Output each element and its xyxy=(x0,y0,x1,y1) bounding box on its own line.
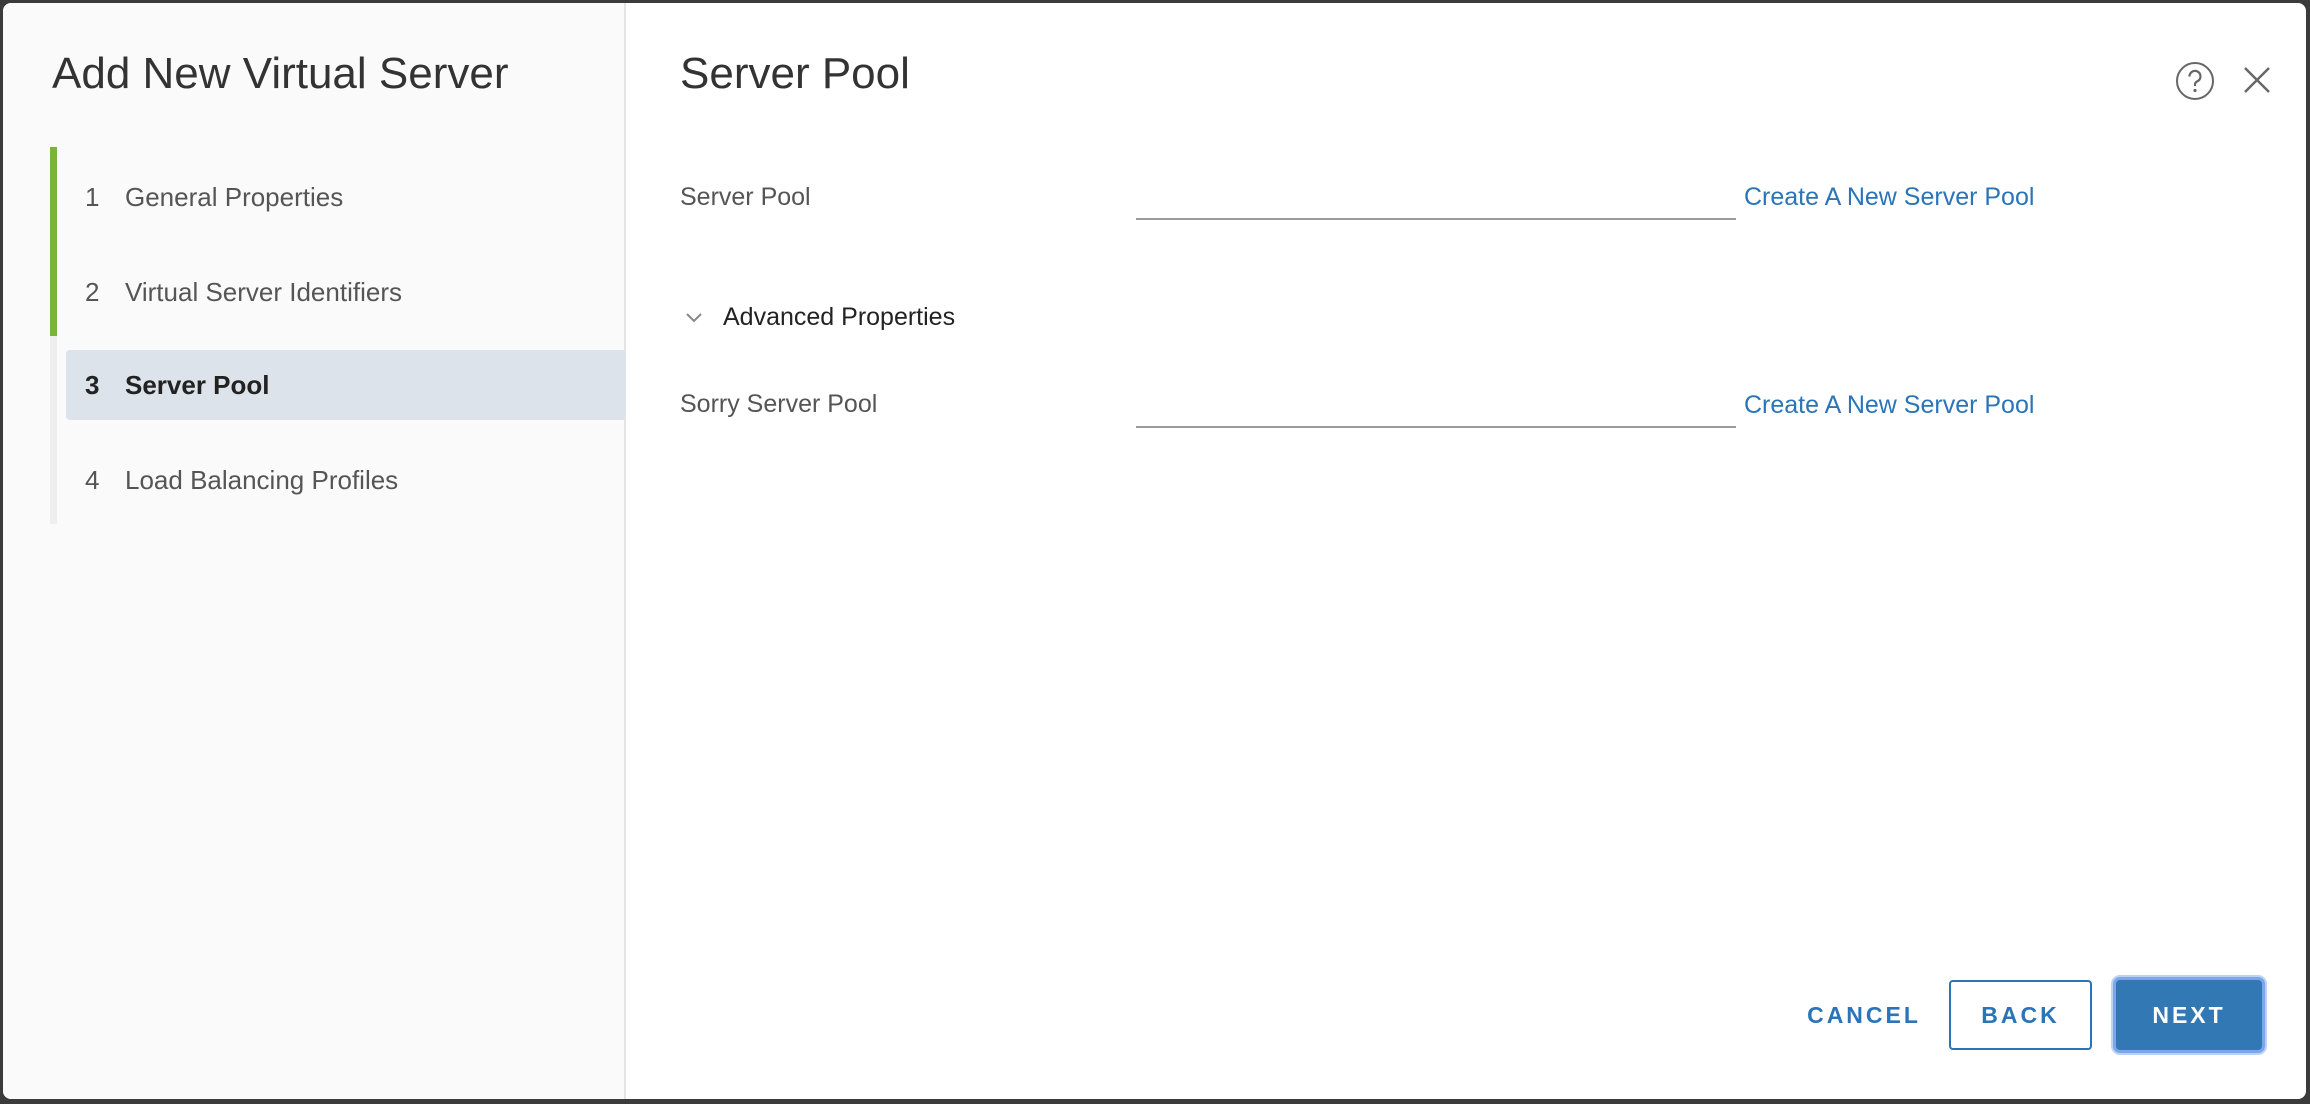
step-label: Load Balancing Profiles xyxy=(125,464,399,495)
step-progress-track xyxy=(50,147,57,524)
wizard-sidebar: Add New Virtual Server 1 General Properti… xyxy=(3,3,626,1099)
server-pool-input[interactable] xyxy=(1136,184,1736,220)
cancel-button[interactable]: CANCEL xyxy=(1784,980,1944,1050)
step-label: Server Pool xyxy=(125,369,270,400)
wizard-title: Add New Virtual Server xyxy=(52,49,509,98)
back-button[interactable]: BACK xyxy=(1949,980,2092,1050)
chevron-down-icon xyxy=(686,312,702,322)
wizard-content: Server Pool Server Pool Create A New Ser… xyxy=(628,3,2306,1099)
advanced-properties-label: Advanced Properties xyxy=(723,303,956,331)
step-general-properties[interactable]: 1 General Properties xyxy=(66,162,626,232)
create-sorry-server-pool-link[interactable]: Create A New Server Pool xyxy=(1744,391,2034,420)
step-label: Virtual Server Identifiers xyxy=(125,276,402,307)
close-icon[interactable] xyxy=(2242,65,2272,100)
step-progress-complete xyxy=(50,147,57,336)
sorry-server-pool-label: Sorry Server Pool xyxy=(680,390,878,418)
next-button[interactable]: NEXT xyxy=(2116,980,2262,1050)
advanced-properties-toggle[interactable]: Advanced Properties xyxy=(685,303,955,332)
server-pool-label: Server Pool xyxy=(680,183,811,211)
step-server-pool[interactable]: 3 Server Pool xyxy=(66,350,626,420)
step-label: General Properties xyxy=(125,181,344,212)
sorry-server-pool-input[interactable] xyxy=(1136,392,1736,428)
step-load-balancing-profiles[interactable]: 4 Load Balancing Profiles xyxy=(66,445,626,515)
page-title: Server Pool xyxy=(680,49,910,98)
step-virtual-server-identifiers[interactable]: 2 Virtual Server Identifiers xyxy=(66,257,626,327)
step-number: 1 xyxy=(85,181,100,212)
step-number: 3 xyxy=(85,369,100,400)
step-number: 4 xyxy=(85,464,100,495)
add-virtual-server-dialog: Add New Virtual Server 1 General Properti… xyxy=(3,3,2306,1099)
step-number: 2 xyxy=(85,276,100,307)
help-icon[interactable] xyxy=(2175,61,2215,106)
create-server-pool-link[interactable]: Create A New Server Pool xyxy=(1744,183,2034,212)
